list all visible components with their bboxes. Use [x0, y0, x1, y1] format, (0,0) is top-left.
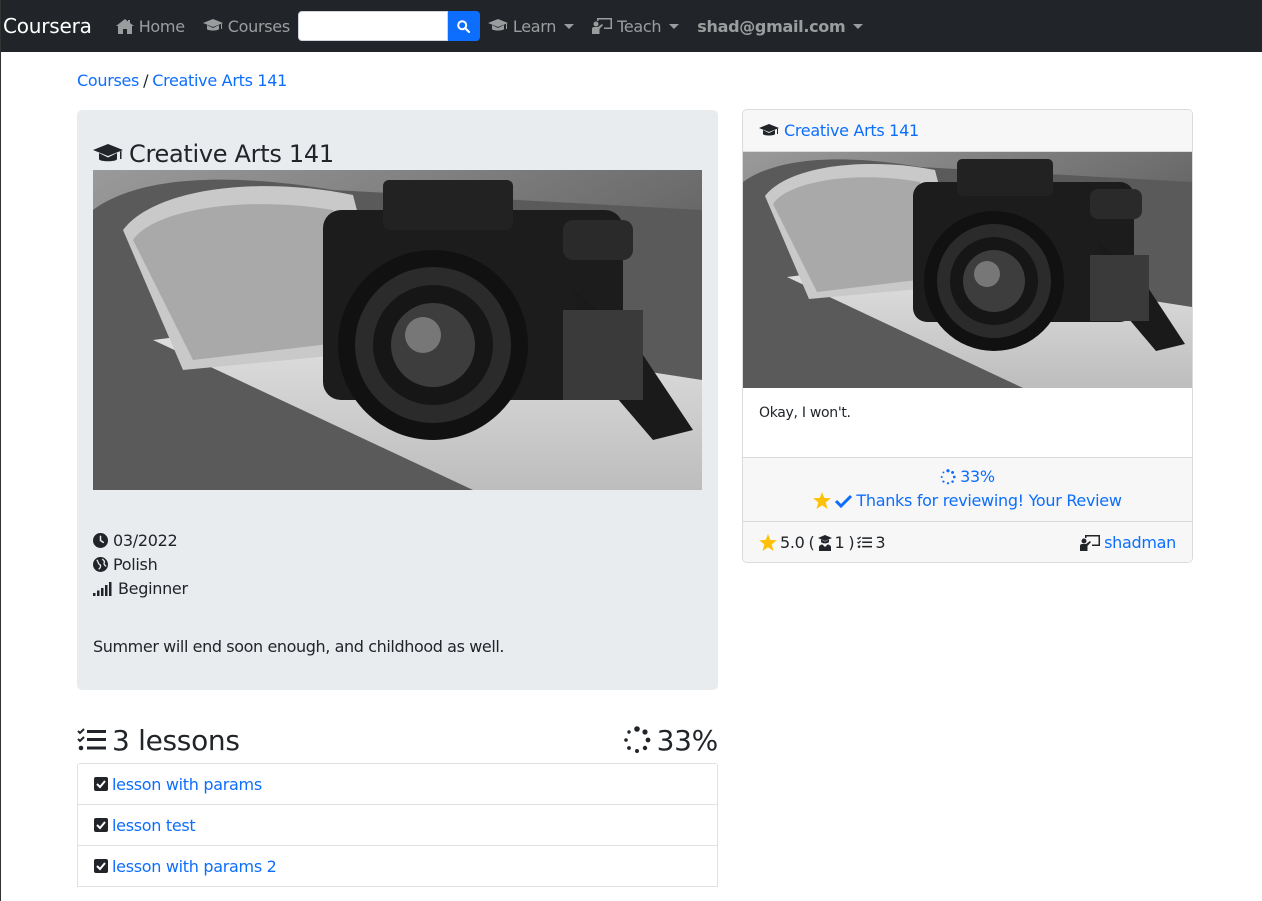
card-header: Creative Arts 141: [743, 110, 1192, 152]
course-language: Polish: [93, 555, 158, 574]
course-level-text: Beginner: [118, 579, 188, 598]
students-count: 1: [834, 533, 845, 552]
breadcrumb-courses-link[interactable]: Courses: [77, 71, 139, 90]
breadcrumb-separator: /: [143, 71, 149, 90]
graduation-cap-icon: [93, 143, 123, 161]
list-item: lesson test: [77, 804, 718, 846]
lessons-count: 3 lessons: [77, 724, 240, 757]
clock-icon: [93, 533, 108, 548]
chevron-down-icon: [564, 23, 575, 29]
lessons-header: 3 lessons 33%: [77, 722, 718, 758]
course-title-text: Creative Arts 141: [129, 140, 334, 168]
list-item: lesson with params: [77, 763, 718, 805]
nav-home-label: Home: [138, 16, 185, 36]
globe-icon: [93, 557, 108, 572]
checked-box-icon: [94, 859, 108, 873]
checked-box-icon: [94, 777, 108, 791]
tasks-list-icon: [857, 536, 873, 548]
graduation-cap-icon: [759, 123, 779, 135]
card-title-link[interactable]: Creative Arts 141: [784, 121, 919, 140]
lessons-progress-text: 33%: [656, 723, 719, 757]
course-level: Beginner: [93, 579, 188, 598]
top-navbar: Coursera Home Courses Learn Teach shad@g…: [1, 0, 1262, 52]
lessons-progress: 33%: [623, 724, 718, 757]
lesson-link[interactable]: lesson with params: [112, 775, 262, 794]
chalkboard-teacher-icon: [1080, 534, 1101, 551]
search-group: [297, 11, 480, 41]
check-icon: [835, 494, 853, 508]
card-progress-text[interactable]: 33%: [960, 467, 995, 486]
spinner-icon: [623, 726, 651, 753]
course-author: shadman: [1080, 533, 1176, 552]
checked-box-icon: [94, 818, 108, 832]
nav-courses-label: Courses: [227, 16, 290, 36]
paren-close: ): [848, 533, 855, 552]
lesson-link[interactable]: lesson test: [112, 816, 196, 835]
card-footer: 5.0 ( 1 ) 3 shadman: [743, 522, 1192, 562]
course-detail-card: Creative Arts 141 03/2022 Polish Beginne…: [77, 110, 718, 690]
author-link[interactable]: shadman: [1104, 533, 1176, 552]
breadcrumb-current-link[interactable]: Creative Arts 141: [152, 71, 287, 90]
card-progress-section: 33% Thanks for reviewing! Your Review: [743, 457, 1192, 522]
paren-open: (: [808, 533, 815, 552]
course-date: 03/2022: [93, 531, 178, 550]
nav-courses[interactable]: Courses: [202, 16, 290, 36]
review-link[interactable]: Thanks for reviewing! Your Review: [856, 491, 1122, 510]
home-icon: [115, 18, 134, 34]
breadcrumb: Courses / Creative Arts 141: [77, 71, 287, 90]
lessons-count-value: 3: [875, 533, 886, 552]
course-description: Summer will end soon enough, and childho…: [93, 637, 505, 656]
review-status: Thanks for reviewing! Your Review: [743, 491, 1192, 510]
course-date-text: 03/2022: [113, 531, 178, 550]
graduation-cap-icon: [202, 19, 223, 31]
search-input[interactable]: [297, 11, 448, 41]
chalkboard-teacher-icon: [592, 18, 613, 34]
tasks-list-icon: [77, 728, 106, 751]
brand-link[interactable]: Coursera: [3, 14, 92, 38]
card-progress: 33%: [743, 467, 1192, 486]
search-button[interactable]: [447, 11, 480, 41]
nav-teach-dropdown[interactable]: Teach: [592, 16, 680, 36]
list-item: lesson with params 2: [77, 845, 718, 887]
search-icon: [457, 19, 471, 33]
chevron-down-icon: [853, 23, 864, 29]
course-stats: 5.0 ( 1 ) 3: [759, 533, 886, 552]
signal-bars-icon: [93, 581, 112, 596]
user-graduate-icon: [817, 534, 832, 551]
chevron-down-icon: [669, 23, 680, 29]
course-language-text: Polish: [113, 555, 158, 574]
course-summary-card: Creative Arts 141 Okay, I won't. 33% Tha…: [742, 109, 1193, 563]
star-icon: [759, 534, 777, 551]
star-icon: [813, 492, 832, 509]
nav-home[interactable]: Home: [115, 16, 185, 36]
nav-learn-label: Learn: [512, 16, 557, 36]
card-course-image: [743, 152, 1192, 388]
card-body-text: Okay, I won't.: [759, 405, 851, 421]
course-title: Creative Arts 141: [93, 140, 334, 168]
rating-value: 5.0: [780, 533, 805, 552]
user-email: shad@gmail.com: [697, 16, 846, 36]
nav-learn-dropdown[interactable]: Learn: [487, 16, 575, 36]
lessons-count-text: 3 lessons: [112, 723, 240, 757]
graduation-cap-icon: [487, 19, 508, 31]
lesson-list: lesson with params lesson test lesson wi…: [77, 763, 718, 887]
lesson-link[interactable]: lesson with params 2: [112, 857, 277, 876]
nav-teach-label: Teach: [617, 16, 662, 36]
user-dropdown[interactable]: shad@gmail.com: [697, 16, 864, 36]
spinner-icon: [940, 468, 956, 484]
course-image: [93, 170, 702, 490]
